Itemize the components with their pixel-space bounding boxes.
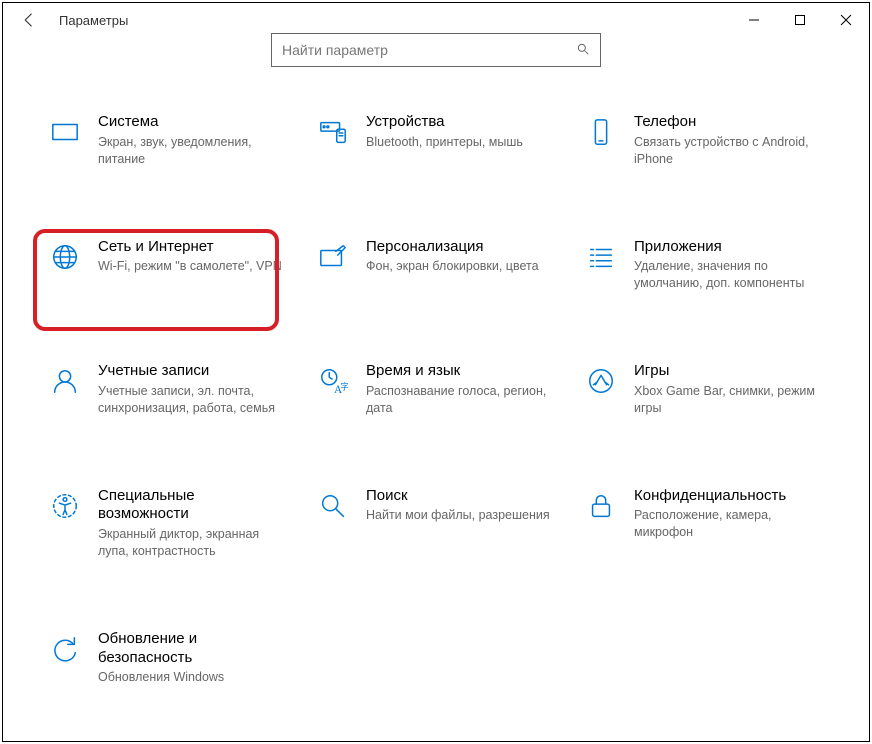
gaming-icon bbox=[584, 364, 618, 398]
tile-title: Устройства bbox=[366, 113, 556, 132]
tile-desc: Wi-Fi, режим "в самолете", VPN bbox=[98, 258, 288, 275]
tile-title: Приложения bbox=[634, 238, 824, 257]
search-icon bbox=[576, 42, 590, 59]
tile-title: Персонализация bbox=[366, 238, 556, 257]
tile-desc: Расположение, камера, микрофон bbox=[634, 507, 824, 541]
search-input[interactable]: Найти параметр bbox=[271, 33, 601, 67]
tile-desc: Удаление, значения по умолчанию, доп. ко… bbox=[634, 258, 824, 292]
svg-text:字: 字 bbox=[341, 381, 349, 391]
tile-title: Сеть и Интернет bbox=[98, 238, 288, 257]
tile-desc: Xbox Game Bar, снимки, режим игры bbox=[634, 383, 824, 417]
tile-title: Поиск bbox=[366, 487, 556, 506]
search-placeholder: Найти параметр bbox=[282, 42, 576, 58]
tile-gaming[interactable]: Игры Xbox Game Bar, снимки, режим игры bbox=[584, 362, 830, 417]
tile-desc: Найти мои файлы, разрешения bbox=[366, 507, 556, 524]
devices-icon bbox=[316, 115, 350, 149]
settings-grid: Система Экран, звук, уведомления, питани… bbox=[3, 75, 869, 686]
tile-desc: Распознавание голоса, регион, дата bbox=[366, 383, 556, 417]
tile-update-security[interactable]: Обновление и безопасность Обновления Win… bbox=[48, 630, 294, 686]
globe-icon bbox=[48, 240, 82, 274]
ease-of-access-icon bbox=[48, 489, 82, 523]
tile-system[interactable]: Система Экран, звук, уведомления, питани… bbox=[48, 113, 294, 168]
tile-desc: Экран, звук, уведомления, питание bbox=[98, 134, 288, 168]
accounts-icon bbox=[48, 364, 82, 398]
titlebar: Параметры bbox=[3, 3, 869, 37]
tile-title: Обновление и безопасность bbox=[98, 630, 288, 668]
window-controls bbox=[731, 3, 869, 37]
tile-privacy[interactable]: Конфиденциальность Расположение, камера,… bbox=[584, 487, 830, 542]
tile-title: Время и язык bbox=[366, 362, 556, 381]
phone-icon bbox=[584, 115, 618, 149]
window: Параметры Найти параметр bbox=[2, 2, 870, 742]
tile-personalization[interactable]: Персонализация Фон, экран блокировки, цв… bbox=[316, 238, 562, 276]
tile-desc: Связать устройство с Android, iPhone bbox=[634, 134, 824, 168]
privacy-icon bbox=[584, 489, 618, 523]
update-icon bbox=[48, 632, 82, 666]
tile-devices[interactable]: Устройства Bluetooth, принтеры, мышь bbox=[316, 113, 562, 151]
system-icon bbox=[48, 115, 82, 149]
tile-title: Конфиденциальность bbox=[634, 487, 824, 506]
back-button[interactable] bbox=[15, 6, 43, 34]
tile-title: Система bbox=[98, 113, 288, 132]
tile-title: Игры bbox=[634, 362, 824, 381]
window-title: Параметры bbox=[59, 13, 128, 28]
tile-desc: Экранный диктор, экранная лупа, контраст… bbox=[98, 526, 288, 560]
close-button[interactable] bbox=[823, 3, 869, 37]
tile-title: Специальные возможности bbox=[98, 487, 288, 525]
tile-network-internet[interactable]: Сеть и Интернет Wi-Fi, режим "в самолете… bbox=[48, 238, 294, 276]
tile-time-language[interactable]: A 字 Время и язык Распознавание голоса, р… bbox=[316, 362, 562, 417]
tile-desc: Обновления Windows bbox=[98, 669, 288, 686]
tile-desc: Фон, экран блокировки, цвета bbox=[366, 258, 556, 275]
search-category-icon bbox=[316, 489, 350, 523]
tile-ease-of-access[interactable]: Специальные возможности Экранный диктор,… bbox=[48, 487, 294, 560]
tile-desc: Учетные записи, эл. почта, синхронизация… bbox=[98, 383, 288, 417]
tile-title: Телефон bbox=[634, 113, 824, 132]
tile-search[interactable]: Поиск Найти мои файлы, разрешения bbox=[316, 487, 562, 525]
tile-desc: Bluetooth, принтеры, мышь bbox=[366, 134, 556, 151]
minimize-button[interactable] bbox=[731, 3, 777, 37]
tile-accounts[interactable]: Учетные записи Учетные записи, эл. почта… bbox=[48, 362, 294, 417]
personalization-icon bbox=[316, 240, 350, 274]
tile-title: Учетные записи bbox=[98, 362, 288, 381]
tile-phone[interactable]: Телефон Связать устройство с Android, iP… bbox=[584, 113, 830, 168]
apps-icon bbox=[584, 240, 618, 274]
maximize-button[interactable] bbox=[777, 3, 823, 37]
tile-apps[interactable]: Приложения Удаление, значения по умолчан… bbox=[584, 238, 830, 293]
time-language-icon: A 字 bbox=[316, 364, 350, 398]
search-row: Найти параметр bbox=[3, 37, 869, 75]
